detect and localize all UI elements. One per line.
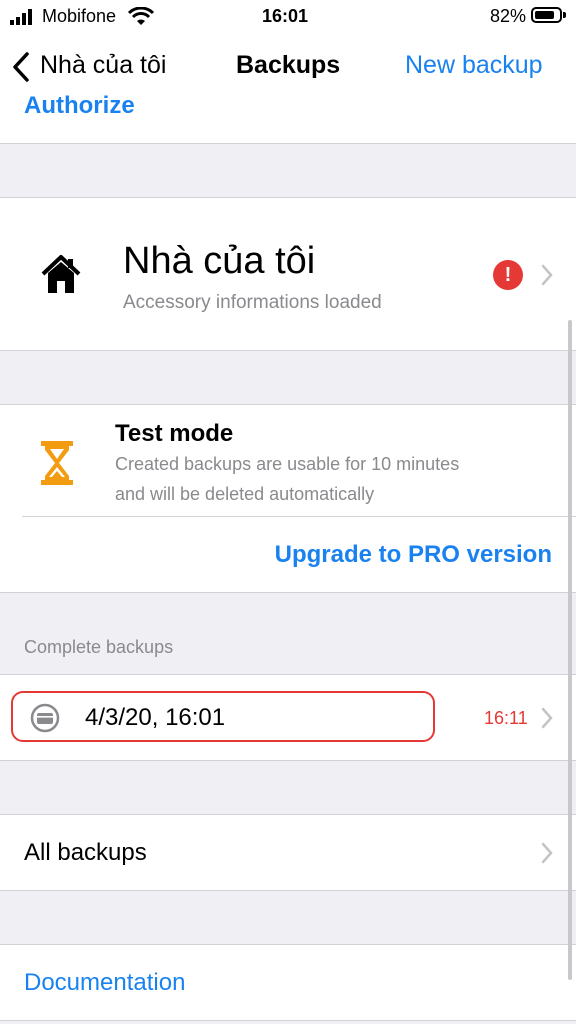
status-bar: Mobifone 16:01 82% [0, 0, 576, 34]
documentation-row[interactable]: Documentation [0, 945, 576, 1020]
back-button[interactable]: Nhà của tôi [10, 48, 180, 84]
test-mode-card: Test mode Created backups are usable for… [0, 405, 576, 592]
battery-fill [535, 11, 554, 19]
divider [0, 143, 576, 144]
divider [0, 890, 576, 891]
page-title: Backups [236, 51, 341, 79]
wifi-icon [128, 7, 154, 25]
battery-icon [531, 7, 562, 23]
exclamation-icon: ! [493, 260, 523, 290]
chevron-right-icon [541, 264, 553, 286]
home-name: Nhà của tôi [123, 240, 316, 282]
clock-label: 16:01 [262, 6, 309, 26]
divider [0, 1020, 576, 1021]
upgrade-pro-button[interactable]: Upgrade to PRO version [275, 541, 552, 569]
back-button-label: Nhà của tôi [40, 51, 167, 79]
all-backups-row[interactable]: All backups [0, 815, 576, 890]
test-mode-description-line2: and will be deleted automatically [115, 484, 375, 504]
house-icon [41, 255, 81, 293]
navigation-bar: Nhà của tôi Backups New backup Authorize [0, 34, 576, 144]
signal-icon [10, 9, 32, 25]
documentation-link[interactable]: Documentation [24, 969, 185, 997]
backup-expiry-time: 16:11 [484, 708, 528, 728]
authorize-button[interactable]: Authorize [24, 92, 135, 120]
backup-box-icon [30, 703, 60, 733]
hourglass-icon [41, 441, 73, 485]
chevron-right-icon [541, 842, 553, 864]
all-backups-label: All backups [24, 839, 147, 866]
divider [0, 350, 576, 351]
divider [0, 592, 576, 593]
divider [22, 516, 576, 517]
chevron-left-icon [13, 52, 29, 82]
battery-cap [563, 12, 566, 18]
backup-row[interactable]: 4/3/20, 16:01 16:11 [0, 675, 576, 760]
new-backup-button[interactable]: New backup [405, 51, 543, 80]
section-header-complete-backups: Complete backups [24, 637, 174, 657]
backup-date: 4/3/20, 16:01 [85, 704, 226, 731]
carrier-label: Mobifone [42, 6, 117, 26]
home-status: Accessory informations loaded [123, 292, 382, 313]
scrollbar[interactable] [568, 320, 572, 980]
home-card[interactable]: Nhà của tôi Accessory informations loade… [0, 198, 576, 350]
test-mode-description-line1: Created backups are usable for 10 minute… [115, 454, 460, 474]
battery-percent-label: 82% [490, 6, 527, 26]
test-mode-title: Test mode [115, 420, 234, 447]
chevron-right-icon [541, 707, 553, 729]
divider [0, 760, 576, 761]
